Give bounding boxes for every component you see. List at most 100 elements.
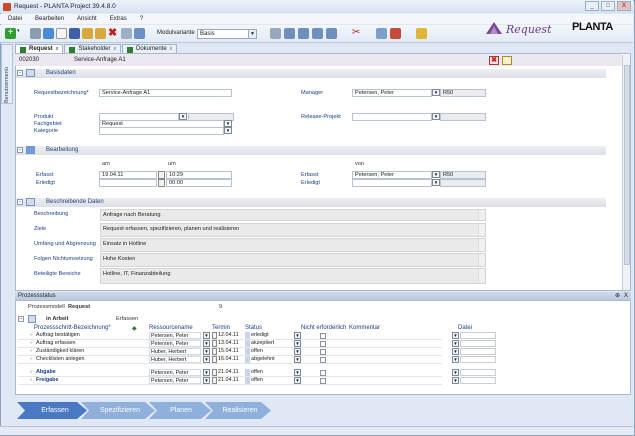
erfasst-date[interactable]: 19.04.11 <box>99 171 157 179</box>
status[interactable]: erledigt <box>251 332 291 339</box>
calendar-icon[interactable] <box>212 377 217 384</box>
datei-field[interactable] <box>460 377 496 384</box>
datei-dropdown-icon[interactable]: ▼ <box>452 356 459 363</box>
chevron-down-icon[interactable]: ▼ <box>294 332 301 339</box>
datei-field[interactable] <box>460 369 496 376</box>
save-icon[interactable] <box>69 28 80 39</box>
collapse-toggle-icon[interactable]: − <box>17 147 23 153</box>
table-row[interactable]: › Abgabe Petersen, Peter ▼ 21.04.11 offen ▼ ▼ <box>18 369 496 377</box>
datei-dropdown-icon[interactable]: ▼ <box>452 348 459 355</box>
collapse-toggle-icon[interactable]: − <box>17 70 23 76</box>
release-dropdown-icon[interactable]: ▼ <box>432 113 440 120</box>
nicht-erforderlich-checkbox[interactable] <box>320 349 326 355</box>
move-icon[interactable] <box>376 28 387 39</box>
delete-icon[interactable]: ✖ <box>108 28 119 39</box>
status[interactable]: akzeptiert <box>251 340 291 347</box>
table-row[interactable]: › Freigabe Petersen, Peter ▼ 21.04.11 offen ▼ ▼ <box>18 377 496 385</box>
undo-icon[interactable] <box>82 28 93 39</box>
ressource-name[interactable]: Huber, Herbert <box>149 348 201 355</box>
datei-field[interactable] <box>460 348 496 355</box>
ressource-name[interactable]: Petersen, Peter <box>149 369 201 376</box>
termin[interactable]: 13.04.11 <box>218 340 244 347</box>
insert-child-icon[interactable] <box>312 28 323 39</box>
calendar-icon[interactable] <box>212 356 217 363</box>
chevron-down-icon[interactable]: ▼ <box>203 332 210 339</box>
erfasst-by-input[interactable]: Petersen, Peter <box>352 171 432 179</box>
menu-extras[interactable]: Extras <box>110 16 127 22</box>
insert-above-icon[interactable] <box>298 28 309 39</box>
workflow-step-planen[interactable]: Planen <box>157 402 205 419</box>
erledigt-date[interactable] <box>99 179 157 187</box>
scrollbar[interactable] <box>478 224 485 236</box>
col-prozessschritt[interactable]: Prozessschritt-Bezeichnung* <box>34 325 111 331</box>
fachgebiet-dropdown-icon[interactable]: ▼ <box>224 120 232 127</box>
nicht-erforderlich-checkbox[interactable] <box>320 357 326 363</box>
chevron-down-icon[interactable]: ▼ <box>203 369 210 376</box>
home-icon[interactable] <box>390 28 401 39</box>
lock-icon[interactable] <box>416 28 427 39</box>
collapse-toggle-icon[interactable]: − <box>18 316 24 322</box>
table-row[interactable]: › Zuständigkeit klären Huber, Herbert ▼ 15.0… <box>18 348 496 356</box>
tools-icon[interactable]: ✂ <box>352 28 363 39</box>
table-row[interactable]: › Auftrag erfassen Petersen, Peter ▼ 13.04.1… <box>18 340 496 348</box>
kategorie-dropdown-icon[interactable]: ▼ <box>224 127 232 134</box>
insert-below-icon[interactable] <box>284 28 295 39</box>
kategorie-input[interactable] <box>99 127 224 135</box>
add-icon[interactable]: + <box>5 28 16 39</box>
umfang-textarea[interactable]: Einsatz in Hotline <box>100 238 486 252</box>
col-kommentar[interactable]: Kommentar <box>349 325 380 331</box>
menu-ansicht[interactable]: Ansicht <box>77 16 97 22</box>
kommentar-field[interactable] <box>351 377 451 384</box>
minimize-button[interactable]: _ <box>585 1 599 11</box>
erfasst-by-dropdown-icon[interactable]: ▼ <box>432 171 440 178</box>
scrollbar[interactable] <box>478 269 485 283</box>
calendar-icon[interactable] <box>212 340 217 347</box>
nicht-erforderlich-checkbox[interactable] <box>320 370 326 376</box>
collapse-toggle-icon[interactable]: − <box>17 199 23 205</box>
refresh-icon[interactable] <box>134 28 145 39</box>
release-input[interactable] <box>352 113 432 121</box>
menu-help[interactable]: ? <box>140 16 143 22</box>
termin[interactable]: 16.04.11 <box>218 356 244 363</box>
ziele-textarea[interactable]: Request erfassen, spezifizieren, planen … <box>100 223 486 237</box>
modulvariante-select[interactable]: Basis ▼ <box>197 29 257 39</box>
datei-field[interactable] <box>460 356 496 363</box>
step-name[interactable]: Checklisten anlegen <box>36 356 142 363</box>
termin[interactable]: 21.04.11 <box>218 369 244 376</box>
side-menu-tab[interactable]: Benutzermenü <box>1 44 13 104</box>
close-window-button[interactable]: X <box>617 1 631 11</box>
kommentar-field[interactable] <box>351 332 451 339</box>
erledigt-by-dropdown-icon[interactable]: ▼ <box>432 179 440 186</box>
section-bearbeitung[interactable]: − Bearbeitung <box>16 146 606 155</box>
insert-sibling-icon[interactable] <box>326 28 337 39</box>
delete-request-icon[interactable]: ✖ <box>489 56 499 65</box>
termin[interactable]: 21.04.11 <box>218 377 244 384</box>
layout-icon[interactable] <box>270 28 281 39</box>
calendar-icon[interactable] <box>212 348 217 355</box>
termin[interactable]: 12.04.11 <box>218 332 244 339</box>
erledigt-by-input[interactable] <box>352 179 432 187</box>
section-basisdaten[interactable]: − Basisdaten <box>16 69 606 78</box>
status[interactable]: offen <box>251 377 291 384</box>
requestbez-input[interactable]: Service-Anfrage A1 <box>99 89 232 97</box>
chevron-down-icon[interactable]: ▼ <box>294 340 301 347</box>
table-row[interactable]: › Auftrag bestätigen Petersen, Peter ▼ 12.04… <box>18 332 496 340</box>
chevron-down-icon[interactable]: ▼ <box>203 356 210 363</box>
copy-icon[interactable] <box>121 28 132 39</box>
ressource-name[interactable]: Petersen, Peter <box>149 332 201 339</box>
datei-dropdown-icon[interactable]: ▼ <box>452 332 459 339</box>
step-name[interactable]: Abgabe <box>36 369 142 376</box>
menu-bearbeiten[interactable]: Bearbeiten <box>35 16 64 22</box>
calendar-icon[interactable] <box>158 171 165 179</box>
chevron-down-icon[interactable]: ▼ <box>294 369 301 376</box>
datei-field[interactable] <box>460 332 496 339</box>
ressource-name[interactable]: Huber, Herbert <box>149 356 201 363</box>
scrollbar[interactable] <box>478 210 485 220</box>
kommentar-field[interactable] <box>351 348 451 355</box>
nicht-erforderlich-checkbox[interactable] <box>320 378 326 384</box>
dropdown-arrow-icon[interactable]: ▾ <box>17 28 23 39</box>
col-datei[interactable]: Datei <box>458 325 472 331</box>
chevron-down-icon[interactable]: ▼ <box>248 30 256 38</box>
filter-icon[interactable] <box>43 28 54 39</box>
col-ressource[interactable]: Ressourcename <box>149 325 193 331</box>
